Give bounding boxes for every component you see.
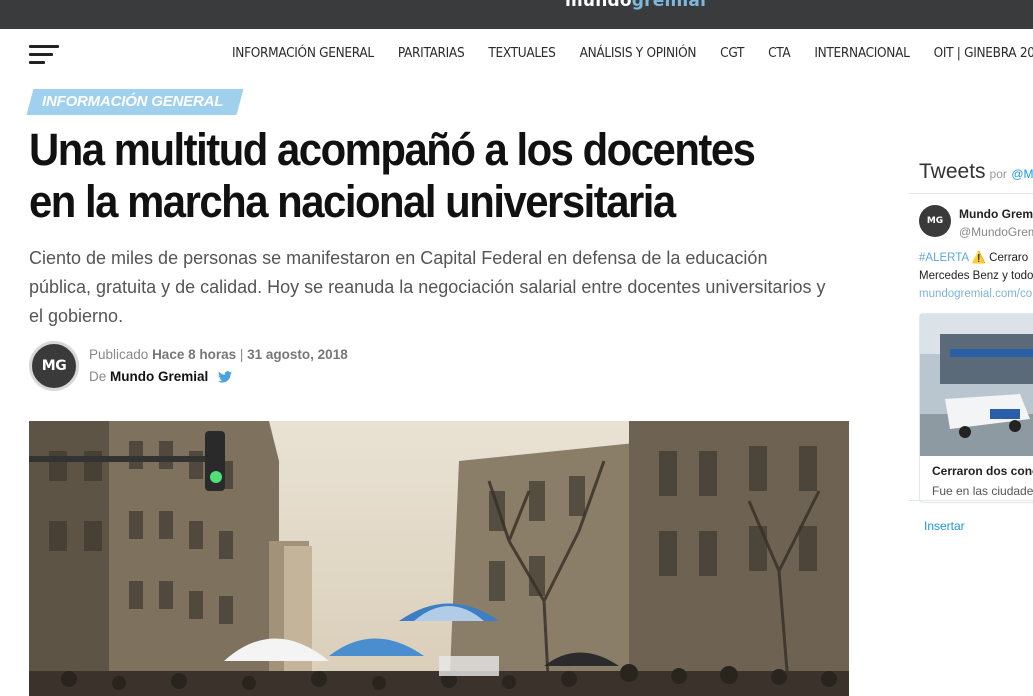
logo-part-2: gremial [631,0,707,11]
main-nav: INFORMACIÓN GENERAL PARITARIAS TEXTUALES… [0,29,1033,81]
top-brand-bar: mundogremial [0,0,1033,29]
tweet-avatar[interactable]: MG [919,205,951,237]
tweet-hashtag[interactable]: #ALERTA [919,252,968,264]
nav-item-internacional[interactable]: INTERNACIONAL [814,45,910,61]
tweet-text-line1: Cerraro [989,252,1029,264]
logo-part-1: mundo [565,0,632,11]
publish-info: Publicado Hace 8 horas | 31 agosto, 2018 [89,347,348,362]
nav-item-oit-ginebra[interactable]: OIT | GINEBRA 2018 [934,45,1033,61]
author-name[interactable]: Mundo Gremial [110,369,208,384]
tweet-author-handle[interactable]: @MundoGrem [959,225,1033,239]
nav-item-cgt[interactable]: CGT [720,45,744,61]
divider [909,193,1033,194]
published-date: 31 agosto, 2018 [247,347,348,362]
article-summary: Ciento de miles de personas se manifesta… [29,248,826,326]
twitter-widget-header: Tweets por @M [919,160,1033,184]
nav-item-informacion-general[interactable]: INFORMACIÓN GENERAL [232,45,374,61]
meta-separator: | [239,347,244,362]
article-title: Una multitud acompañó a los docentes en … [29,124,756,227]
category-tag[interactable]: INFORMACIÓN GENERAL [42,93,223,110]
nav-item-textuales[interactable]: TEXTUALES [488,45,556,61]
hamburger-menu-icon[interactable] [29,45,59,65]
tweet-avatar-initials: MG [926,216,944,226]
nav-item-cta[interactable]: CTA [768,45,791,61]
tweet-card-description: Fue en las ciudade [932,484,1033,498]
tweet-author-name[interactable]: Mundo Grem [959,207,1033,221]
published-ago: Hace 8 horas [152,347,237,362]
tweets-por-label: por [989,167,1007,181]
author-avatar[interactable]: MG [29,341,79,391]
tweet-link[interactable]: mundogremial.com/co [919,285,1033,303]
tweet-link-card[interactable]: Cerraron dos conc Fue en las ciudade [919,313,1033,503]
nav-menu: INFORMACIÓN GENERAL PARITARIAS TEXTUALES… [232,45,1033,61]
warning-icon: ⚠️ [971,252,986,264]
tweet-card-title: Cerraron dos conc [932,464,1033,478]
published-label: Publicado [89,347,149,362]
by-label: De [89,369,107,384]
tweet-card-image [920,314,1033,456]
site-logo[interactable]: mundogremial [565,0,706,11]
tweets-handle-link[interactable]: @M [1011,167,1033,181]
embed-link[interactable]: Insertar [924,519,965,533]
avatar-initials: MG [41,358,67,374]
twitter-bird-icon[interactable] [218,371,233,386]
tweet-text-line2: Mercedes Benz y todo [919,270,1033,282]
tweets-title: Tweets [919,160,986,183]
nav-item-analisis-opinion[interactable]: ANÁLISIS Y OPINIÓN [580,45,697,61]
nav-item-paritarias[interactable]: PARITARIAS [398,45,465,61]
twitter-timeline-widget: Tweets por @M MG Mundo Grem @MundoGrem #A… [909,150,1033,550]
author-info: De Mundo Gremial [89,369,233,386]
tweet-text: #ALERTA ⚠️ Cerraro Mercedes Benz y todo … [919,249,1033,303]
divider [909,500,1033,501]
article-photo [29,421,849,696]
